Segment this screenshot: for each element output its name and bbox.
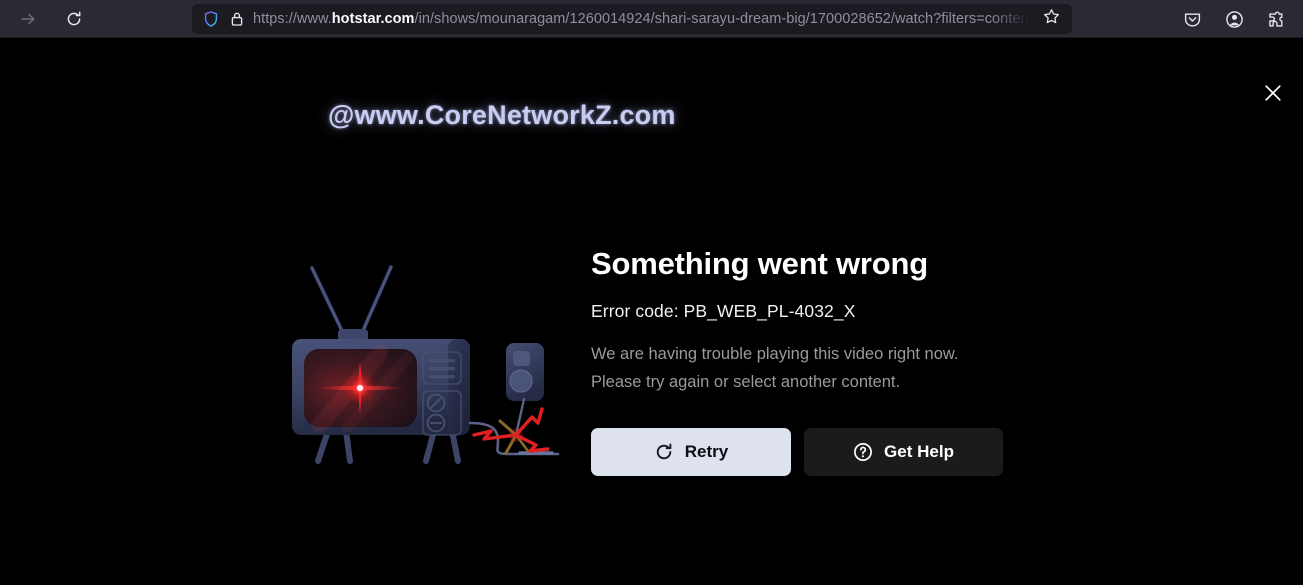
bookmark-star-icon [1043, 8, 1060, 30]
url-domain: hotstar.com [331, 11, 415, 27]
retry-button[interactable]: Retry [591, 427, 791, 476]
refresh-icon [654, 442, 674, 462]
extensions-puzzle-icon [1267, 10, 1286, 29]
extensions-button[interactable] [1263, 6, 1289, 32]
error-description: We are having trouble playing this video… [591, 344, 959, 391]
url-text: https://www.hotstar.com/in/shows/mounara… [253, 4, 1036, 34]
pocket-button[interactable] [1179, 6, 1205, 32]
account-button[interactable] [1221, 6, 1247, 32]
bookmark-button[interactable] [1038, 6, 1064, 32]
pocket-icon [1183, 10, 1202, 29]
error-actions: Retry Get Help [591, 427, 1021, 476]
reload-icon [65, 10, 83, 28]
account-avatar-icon [1225, 10, 1244, 29]
forward-arrow-icon [19, 10, 37, 28]
error-text-block: Something went wrong Error code: PB_WEB_… [591, 246, 1021, 476]
get-help-button[interactable]: Get Help [804, 427, 1003, 476]
browser-toolbar: https://www.hotstar.com/in/shows/mounara… [0, 0, 1303, 38]
reload-button[interactable] [58, 3, 90, 35]
question-circle-icon [853, 442, 873, 462]
url-bar[interactable]: https://www.hotstar.com/in/shows/mounara… [192, 4, 1072, 34]
error-panel: Something went wrong Error code: PB_WEB_… [0, 38, 1303, 585]
url-prefix: https://www. [253, 11, 332, 27]
shield-tracking-protection-icon[interactable] [202, 10, 220, 28]
broken-tv-with-sparking-plug-illustration [284, 253, 574, 483]
url-text-container[interactable]: https://www.hotstar.com/in/shows/mounara… [253, 4, 1036, 34]
toolbar-right-icons [1179, 0, 1289, 38]
retry-button-label: Retry [684, 441, 729, 461]
video-player-page: @www.CoreNetworkZ.com Something went wro… [0, 38, 1303, 585]
error-title: Something went wrong [591, 246, 928, 281]
get-help-button-label: Get Help [884, 441, 954, 461]
error-code: Error code: PB_WEB_PL-4032_X [591, 300, 856, 321]
padlock-icon[interactable] [230, 11, 244, 27]
url-path: /in/shows/mounaragam/1260014924/shari-sa… [414, 11, 1036, 27]
forward-button[interactable] [12, 3, 44, 35]
